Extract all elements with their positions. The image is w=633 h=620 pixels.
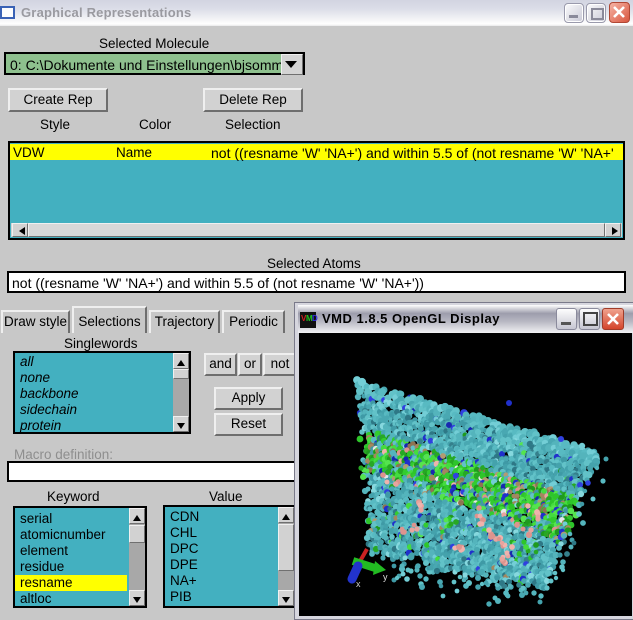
svg-text:y: y [383, 572, 388, 582]
svg-text:x: x [356, 579, 361, 589]
